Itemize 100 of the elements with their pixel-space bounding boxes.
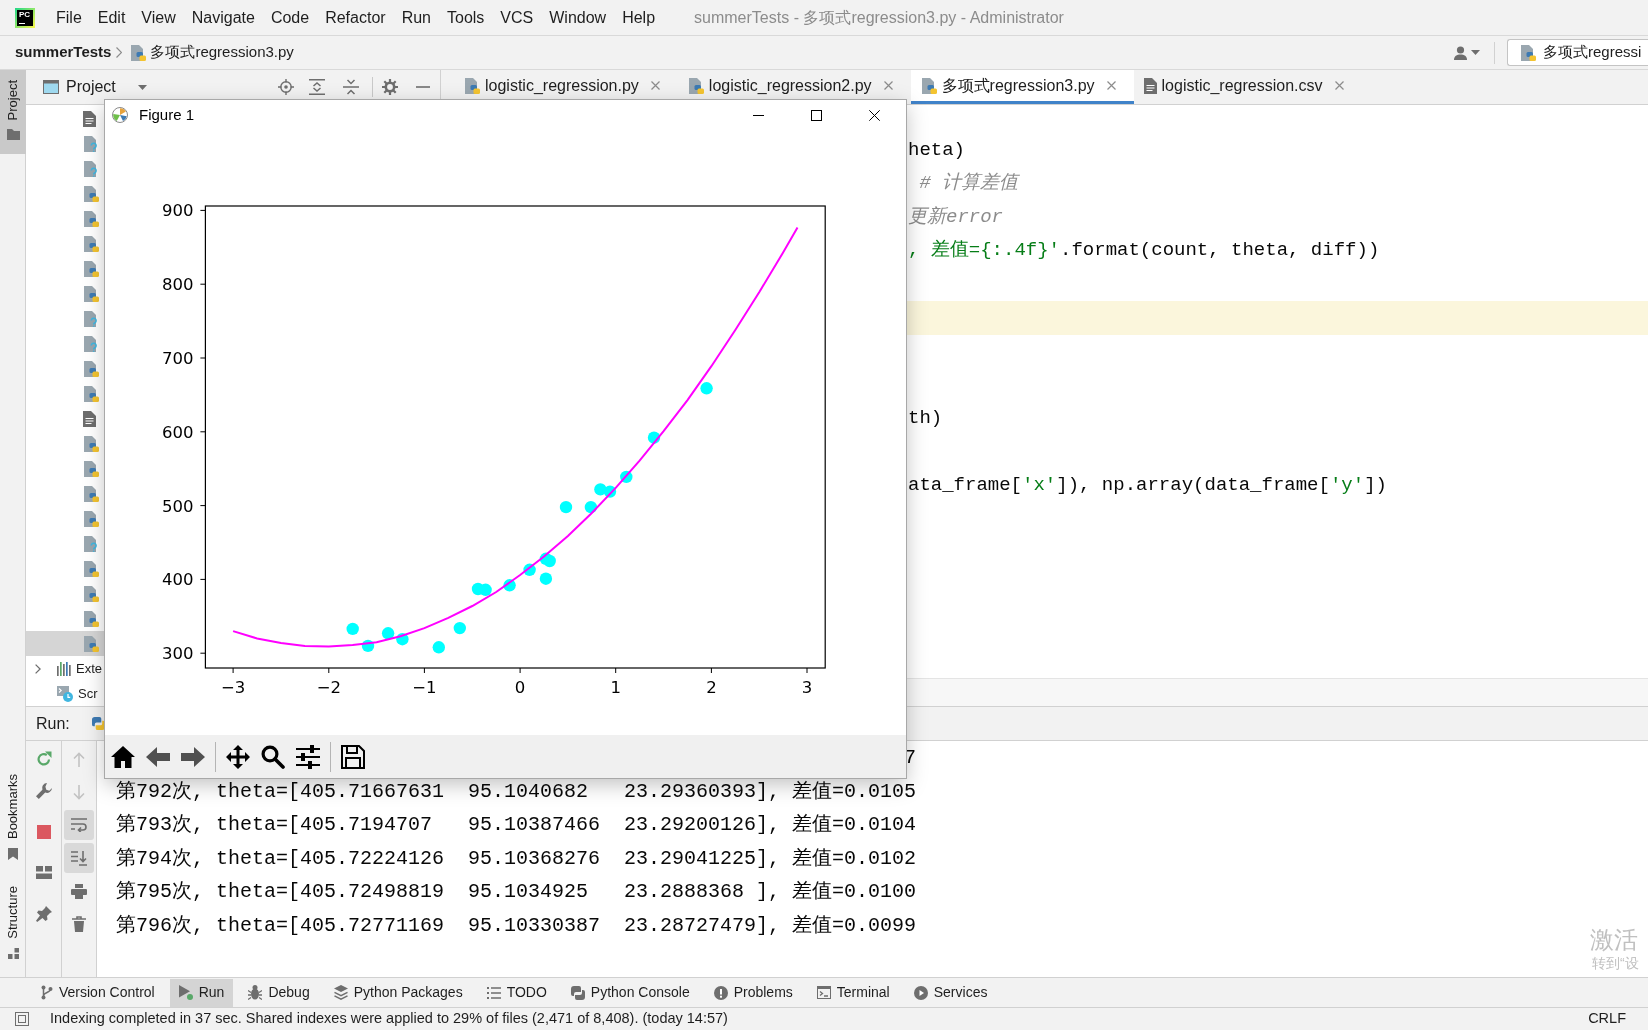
line-separator-widget[interactable]: CRLF [1588, 1008, 1626, 1030]
menu-item[interactable]: View [133, 3, 184, 32]
tool-window-button[interactable]: TODO [477, 978, 556, 1007]
tool-window-button[interactable]: Python Packages [324, 978, 472, 1007]
code-line: th) [908, 406, 943, 432]
activation-notice-text: 转到“设 [1591, 954, 1639, 972]
chevron-right-icon [116, 47, 123, 58]
chevron-right-icon[interactable] [35, 663, 41, 674]
tool-window-button[interactable]: Terminal [807, 978, 899, 1007]
python-file-icon [687, 77, 704, 94]
x-tick-label: −2 [316, 678, 341, 697]
code-line: 更新error [908, 204, 1003, 230]
window-icon [43, 80, 59, 94]
home-icon[interactable] [111, 744, 135, 769]
console-line: 第794次, theta=[405.72224126 95.10368276 23.29041225], 差值=0.0102 [116, 846, 917, 870]
console-tool-button[interactable] [64, 843, 94, 873]
console-tool-button[interactable] [64, 810, 94, 840]
folder-icon [6, 129, 20, 141]
python-file-icon [83, 285, 99, 302]
caret-down-icon[interactable] [1471, 50, 1480, 55]
layout-icon[interactable] [35, 865, 52, 879]
x-tick-label: 2 [706, 678, 717, 697]
tree-item[interactable]: Scr [26, 681, 104, 706]
python-file-icon [464, 77, 480, 94]
code-line: ata_frame['x']), np.array(data_frame['y']) [908, 473, 1387, 499]
gear-icon[interactable] [381, 79, 398, 95]
menu-item[interactable]: File [48, 3, 90, 32]
wrench-icon[interactable] [35, 783, 52, 799]
maximize-icon[interactable] [810, 109, 822, 121]
menu-item[interactable]: Code [262, 3, 318, 32]
forward-arrow-icon[interactable] [181, 744, 205, 769]
circular-arrow-icon[interactable] [35, 751, 52, 767]
tool-window-button[interactable]: Run [169, 978, 234, 1007]
python-file-icon [83, 635, 99, 652]
text-file-icon [83, 110, 96, 127]
tool-window-button[interactable]: Version Control [32, 978, 164, 1007]
python-file-icon [1520, 44, 1536, 61]
menu-item[interactable]: Navigate [183, 3, 263, 32]
locate-icon[interactable] [277, 79, 294, 95]
tool-window-button[interactable]: Problems [704, 978, 802, 1007]
breadcrumb-project[interactable]: summerTests [15, 41, 112, 64]
x-tick-label: −1 [412, 678, 437, 697]
back-arrow-icon[interactable] [146, 744, 170, 769]
user-icon[interactable] [1454, 45, 1467, 60]
run-configuration-dropdown[interactable]: 多项式regressi [1507, 39, 1648, 66]
bars-icon [57, 661, 71, 676]
y-tick-label: 700 [161, 349, 194, 368]
text-file-icon [83, 410, 96, 427]
panel-title: Run: [36, 713, 70, 734]
x-tick-label: −3 [220, 678, 246, 697]
window-title: summerTests - 多项式regression3.py - Administrator [694, 7, 1064, 28]
python-file-icon [920, 77, 937, 94]
save-icon[interactable] [341, 744, 365, 769]
menu-item[interactable]: Tools [439, 3, 493, 32]
pin-icon[interactable] [35, 906, 52, 922]
side-tab[interactable]: Bookmarks [0, 764, 26, 875]
menu-item[interactable]: Run [393, 3, 439, 32]
python-icon[interactable] [91, 717, 105, 730]
side-tab[interactable]: Project [0, 70, 26, 155]
tool-window-button[interactable]: Python Console [561, 978, 699, 1007]
breadcrumb-file[interactable]: 多项式regression3.py [130, 41, 294, 64]
search-icon[interactable] [261, 744, 285, 769]
tool-window-button[interactable]: Services [904, 978, 997, 1007]
expand-all-icon[interactable] [308, 79, 325, 95]
editor-tab[interactable]: 多项式regression3.py [910, 70, 1134, 104]
unknown-file-icon [83, 160, 97, 177]
python-icon [570, 985, 585, 1000]
editor-tab[interactable]: logistic_regression.csv [1133, 70, 1362, 104]
console-line: 第796次, theta=[405.72771169 95.10330387 23.28727479], 差值=0.0099 [116, 913, 917, 937]
activation-notice-text: 激活 [1590, 926, 1639, 954]
code-line: heta) [908, 137, 965, 163]
move-arrows-icon[interactable] [226, 744, 250, 769]
sliders-icon[interactable] [296, 744, 320, 769]
collapse-all-icon[interactable] [342, 79, 359, 95]
python-file-icon [83, 610, 99, 627]
tool-window-button[interactable]: Debug [239, 978, 319, 1007]
color-wheel-icon [112, 107, 128, 123]
y-tick-label: 600 [161, 422, 194, 442]
square-icon[interactable] [15, 1012, 29, 1026]
tree-item[interactable]: Exte [26, 656, 104, 681]
branch-icon [41, 985, 53, 1000]
unknown-file-icon [83, 535, 97, 552]
structure-icon [7, 948, 19, 959]
up-arrow-icon [73, 751, 85, 767]
terminal-clock-icon [57, 685, 73, 702]
y-tick-label: 800 [161, 275, 194, 295]
python-file-icon [83, 485, 99, 502]
menu-item[interactable]: VCS [492, 3, 542, 32]
menu-item[interactable]: Edit [89, 3, 134, 32]
python-file-icon [83, 185, 99, 202]
menu-item[interactable]: Refactor [317, 3, 394, 32]
wrap-icon [71, 818, 87, 832]
code-line: , 差值={:.4f}'.format(count, theta, diff)) [908, 238, 1380, 264]
menu-item[interactable]: Window [541, 3, 615, 32]
console-line: 7 [904, 746, 917, 769]
close-icon[interactable] [868, 109, 880, 121]
layers-icon [333, 985, 348, 1000]
stop-icon[interactable] [36, 825, 51, 839]
side-tab[interactable]: Structure [0, 876, 26, 973]
menu-item[interactable]: Help [614, 3, 664, 32]
